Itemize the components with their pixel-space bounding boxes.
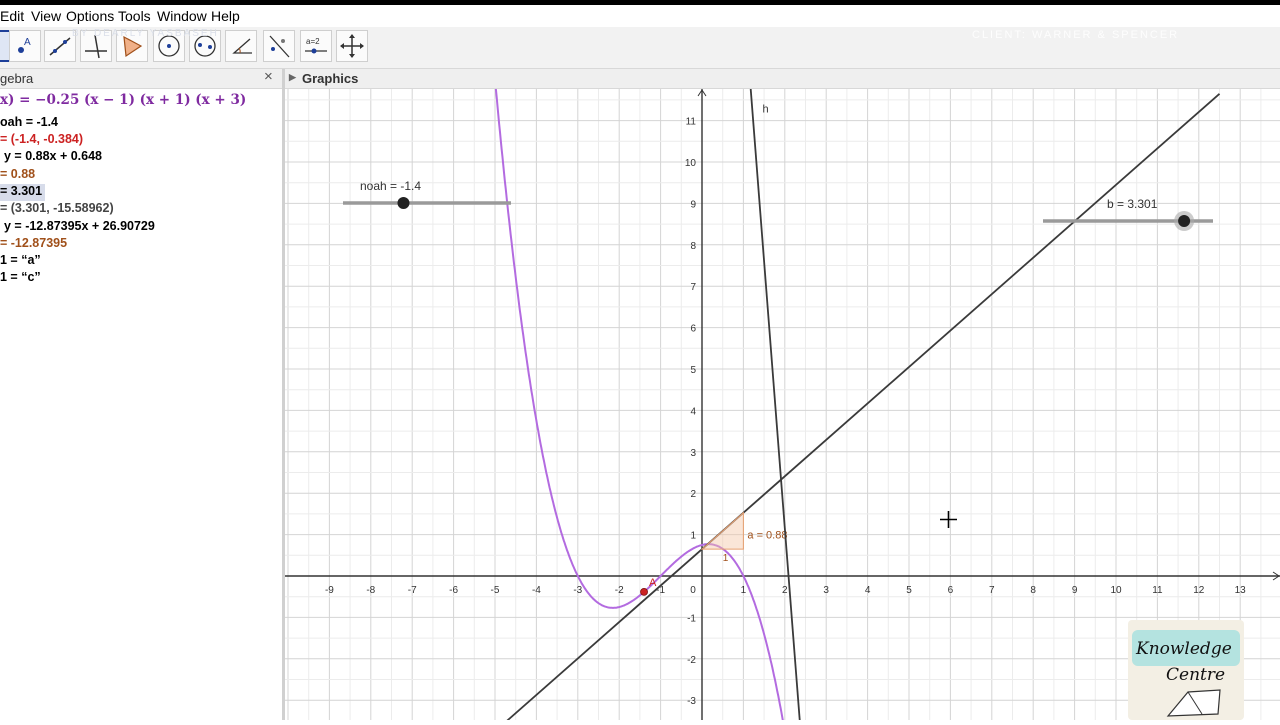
watermark-right: CLIENT: WARNER & SPENCER bbox=[972, 29, 1180, 41]
slider-b-knob[interactable] bbox=[1178, 215, 1191, 227]
crosshair-cursor-icon bbox=[940, 511, 957, 528]
y-tick-label: 7 bbox=[690, 282, 696, 293]
algebra-row[interactable]: 1 = “a” bbox=[0, 253, 41, 270]
point-tool[interactable]: A bbox=[9, 30, 41, 62]
logo-line2: Centre bbox=[1166, 665, 1225, 685]
x-tick-label: 0 bbox=[690, 585, 696, 596]
point-a[interactable] bbox=[640, 587, 648, 596]
slider-tool-label: a=2 bbox=[306, 37, 320, 46]
y-tick-label: 3 bbox=[690, 448, 696, 459]
slope-triangle-run-label: 1 bbox=[723, 553, 729, 564]
x-tick-label: -1 bbox=[656, 585, 665, 596]
x-tick-label: -9 bbox=[325, 585, 334, 596]
x-tick-label: 9 bbox=[1072, 585, 1078, 596]
x-tick-label: 13 bbox=[1235, 585, 1247, 596]
x-tick-label: 3 bbox=[823, 585, 829, 596]
reflect-tool[interactable] bbox=[263, 30, 295, 62]
x-tick-label: 6 bbox=[948, 585, 954, 596]
move-arrows-icon bbox=[340, 34, 364, 58]
algebra-row[interactable]: x) = −0.25 (x − 1) (x + 1) (x + 3) bbox=[0, 92, 246, 109]
algebra-row[interactable]: = -12.87395 bbox=[0, 236, 67, 253]
algebra-view-header: gebra × bbox=[0, 68, 282, 89]
algebra-row[interactable]: 1 = “c” bbox=[0, 270, 41, 287]
menu-bar: Edit View Options Tools Window Help bbox=[0, 5, 1280, 27]
graphics-view-header: ▶ Graphics bbox=[285, 69, 1280, 89]
angle-tool[interactable] bbox=[225, 30, 257, 62]
x-tick-label: 4 bbox=[865, 585, 871, 596]
algebra-view-title: gebra bbox=[0, 71, 34, 86]
y-tick-label: 8 bbox=[690, 241, 696, 252]
algebra-row[interactable]: y = 0.88x + 0.648 bbox=[4, 149, 102, 166]
x-tick-label: -5 bbox=[491, 585, 500, 596]
x-tick-label: -2 bbox=[615, 585, 624, 596]
x-tick-label: 2 bbox=[782, 585, 788, 596]
line-h-label: h bbox=[763, 103, 769, 115]
x-tick-label: 10 bbox=[1110, 585, 1122, 596]
menu-window[interactable]: Window bbox=[157, 8, 207, 24]
x-tick-label: -3 bbox=[573, 585, 582, 596]
toolbar: A a=2 BY DEARLY YASBASEH CLIENT: WARNER … bbox=[0, 27, 1280, 69]
graphics-view-title: Graphics bbox=[302, 71, 359, 86]
y-tick-label: 6 bbox=[690, 324, 696, 335]
x-tick-label: -6 bbox=[449, 585, 458, 596]
line-icon bbox=[49, 37, 71, 56]
menu-help[interactable]: Help bbox=[211, 8, 240, 24]
x-tick-label: -7 bbox=[408, 585, 417, 596]
y-tick-label: 4 bbox=[690, 406, 696, 417]
algebra-view: x) = −0.25 (x − 1) (x + 1) (x + 3) oah = … bbox=[0, 89, 282, 720]
slider-b-label: b = 3.301 bbox=[1107, 197, 1158, 211]
move-graphics-view-tool[interactable] bbox=[336, 30, 368, 62]
slider-tool[interactable]: a=2 bbox=[300, 30, 332, 62]
x-tick-label: -8 bbox=[366, 585, 375, 596]
slider-icon: a=2 bbox=[305, 37, 327, 54]
algebra-row[interactable]: y = -12.87395x + 26.90729 bbox=[4, 219, 155, 236]
collapse-arrow-icon[interactable]: ▶ bbox=[289, 72, 296, 83]
y-tick-label: 1 bbox=[690, 531, 696, 542]
y-tick-label: -2 bbox=[687, 655, 696, 666]
algebra-row[interactable]: = (-1.4, -0.384) bbox=[0, 132, 83, 149]
x-tick-label: 5 bbox=[906, 585, 912, 596]
logo-graphic: Knowledge Centre bbox=[1132, 630, 1240, 717]
reflect-icon bbox=[269, 35, 290, 58]
menu-view[interactable]: View bbox=[31, 8, 61, 24]
menu-tools[interactable]: Tools bbox=[118, 8, 151, 24]
slider-noah-label: noah = -1.4 bbox=[360, 179, 421, 193]
y-tick-label: -3 bbox=[687, 696, 696, 707]
y-tick-label: 10 bbox=[685, 158, 697, 169]
point-icon: A bbox=[18, 37, 31, 53]
x-tick-label: 12 bbox=[1193, 585, 1205, 596]
menu-options[interactable]: Options bbox=[66, 8, 114, 24]
logo-line1: Knowledge bbox=[1135, 639, 1232, 659]
algebra-row[interactable]: = 3.301 bbox=[0, 184, 46, 201]
watermark-left: BY DEARLY YASBASEH bbox=[72, 28, 219, 39]
angle-icon bbox=[232, 38, 252, 54]
slope-triangle-label: a = 0.88 bbox=[747, 530, 787, 542]
y-tick-label: 5 bbox=[690, 365, 696, 376]
x-tick-label: 8 bbox=[1030, 585, 1036, 596]
algebra-row[interactable]: oah = -1.4 bbox=[0, 115, 58, 132]
knowledge-centre-logo: Knowledge Centre bbox=[1128, 620, 1244, 720]
algebra-row[interactable]: = 0.88 bbox=[0, 167, 35, 184]
x-tick-label: 1 bbox=[741, 585, 747, 596]
point-a-label: A bbox=[649, 577, 657, 589]
x-tick-label: 7 bbox=[989, 585, 995, 596]
algebra-row[interactable]: = (3.301, -15.58962) bbox=[0, 201, 114, 218]
close-icon[interactable]: × bbox=[264, 68, 273, 85]
menu-edit[interactable]: Edit bbox=[0, 8, 24, 24]
y-tick-label: 11 bbox=[686, 117, 697, 128]
y-tick-label: 9 bbox=[690, 199, 696, 210]
y-tick-label: 2 bbox=[690, 489, 696, 500]
svg-text:A: A bbox=[24, 37, 31, 48]
slider-noah-knob[interactable] bbox=[397, 197, 410, 209]
x-tick-label: 11 bbox=[1152, 585, 1163, 596]
y-tick-label: -1 bbox=[687, 613, 696, 624]
x-tick-label: -4 bbox=[532, 585, 541, 596]
